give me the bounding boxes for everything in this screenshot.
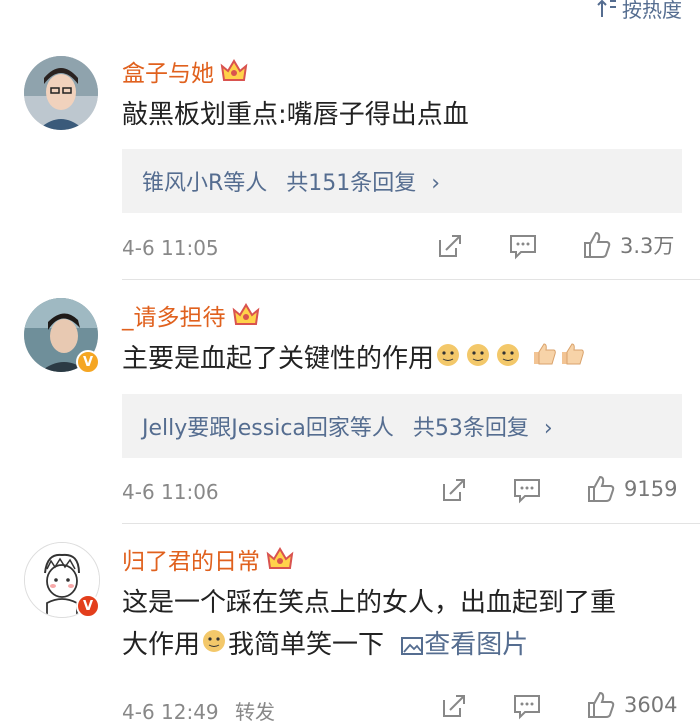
doge-emoji-icon: [200, 625, 228, 667]
timestamp: 4-6 11:05: [122, 236, 219, 260]
thumbs-up-icon: [584, 231, 611, 258]
like-button[interactable]: 9159: [586, 474, 677, 504]
doge-emoji-icon: [434, 339, 530, 381]
reply-people: Jelly要跟Jessica回家等人: [142, 416, 394, 441]
forward-label[interactable]: 转发: [235, 700, 275, 724]
like-button[interactable]: 3604: [586, 690, 677, 720]
reply-summary[interactable]: 锥风小R等人 共151条回复 ›: [122, 149, 682, 213]
share-button[interactable]: [440, 476, 468, 504]
reply-button[interactable]: [508, 232, 538, 260]
reply-button[interactable]: [512, 476, 542, 504]
divider: [122, 279, 700, 280]
like-count: 9159: [624, 477, 678, 501]
crown-icon: [232, 303, 259, 325]
image-icon: [401, 636, 424, 655]
like-button[interactable]: 3.3万: [582, 230, 674, 260]
username[interactable]: 盒子与她: [122, 54, 248, 88]
crown-icon: [220, 59, 248, 81]
comment-text: 主要是血起了关键性的作用: [122, 338, 680, 381]
reply-summary[interactable]: Jelly要跟Jessica回家等人 共53条回复 ›: [122, 394, 682, 458]
thumbs-up-icon: [588, 475, 615, 502]
username[interactable]: 归了君的日常: [122, 542, 294, 576]
like-count: 3.3万: [620, 234, 675, 258]
thumbs-up-emoji-icon: [530, 339, 588, 381]
reply-button[interactable]: [512, 692, 542, 720]
reply-people: 锥风小R等人: [142, 171, 268, 196]
verified-badge-icon: V: [76, 350, 100, 374]
crown-icon: [266, 547, 294, 569]
thumbs-up-icon: [588, 691, 615, 718]
sort-by-hot[interactable]: 按热度: [596, 0, 682, 23]
share-icon: [443, 695, 465, 717]
divider: [122, 523, 700, 524]
comment-text: 这是一个踩在笑点上的女人，出血起到了重 大作用 我简单笑一下 查看图片: [122, 582, 680, 667]
chevron-right-icon: ›: [431, 171, 441, 196]
comment-icon: [514, 479, 540, 504]
share-button[interactable]: [436, 232, 464, 260]
avatar[interactable]: [24, 56, 98, 130]
comment-text: 敲黑板划重点:嘴唇子得出点血: [122, 100, 469, 130]
like-count: 3604: [624, 693, 678, 717]
view-image-link[interactable]: 查看图片: [400, 630, 528, 660]
sort-label: 按热度: [622, 0, 682, 22]
verified-badge-icon: V: [76, 594, 100, 618]
avatar-image: [24, 56, 98, 130]
reply-count: 共151条回复: [286, 171, 417, 196]
username[interactable]: _请多担待: [122, 298, 260, 332]
comment-icon: [510, 235, 536, 260]
share-icon: [439, 235, 461, 257]
chevron-right-icon: ›: [543, 416, 553, 441]
timestamp: 4-6 11:06: [122, 480, 219, 504]
sort-icon: [597, 0, 616, 17]
share-button[interactable]: [440, 692, 468, 720]
comment-icon: [514, 695, 540, 720]
share-icon: [443, 479, 465, 501]
reply-count: 共53条回复: [412, 416, 529, 441]
